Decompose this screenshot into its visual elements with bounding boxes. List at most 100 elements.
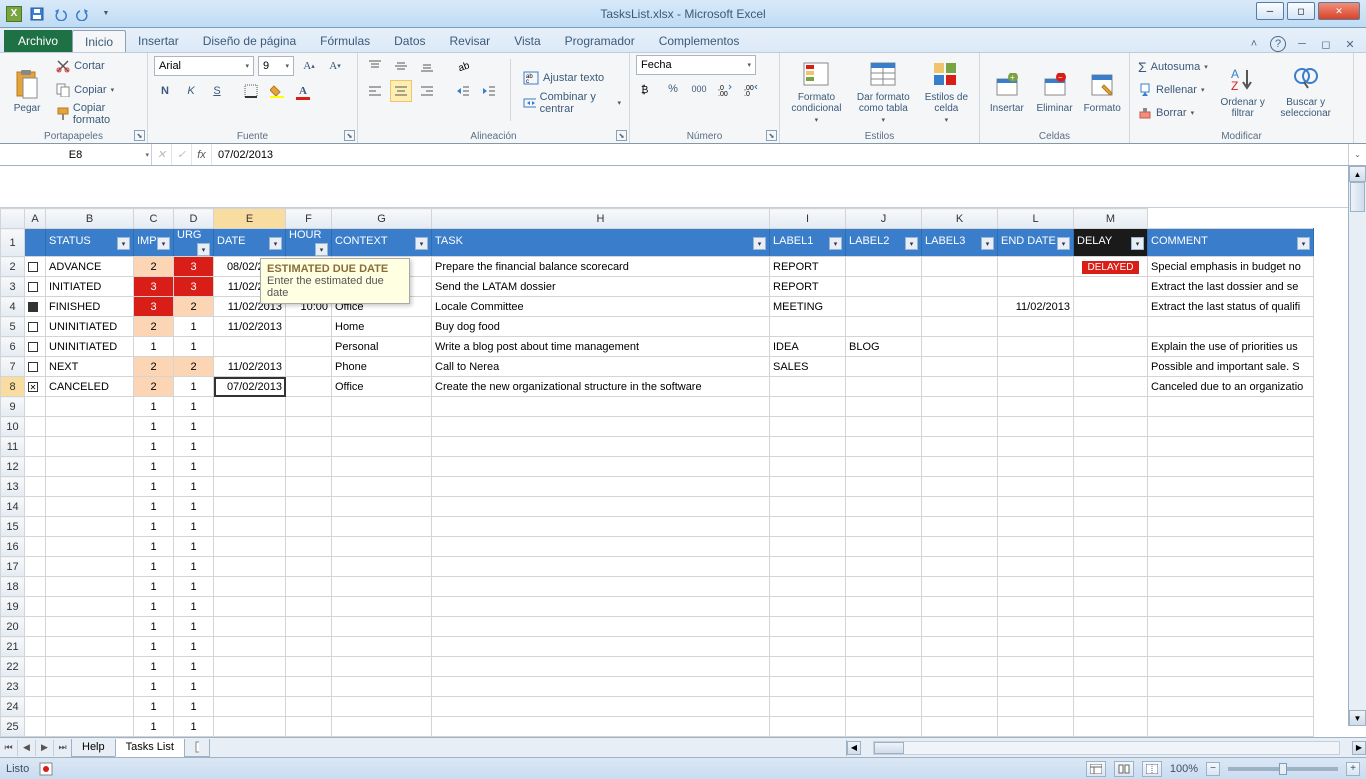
borders-button[interactable]: [240, 80, 262, 102]
sheet-tab-help[interactable]: Help: [71, 739, 116, 757]
increase-indent-icon[interactable]: [478, 80, 500, 102]
font-name-select[interactable]: Arial▾: [154, 56, 254, 76]
tab-insertar[interactable]: Insertar: [126, 30, 191, 52]
col-header-F[interactable]: F: [286, 209, 332, 229]
zoom-out-icon[interactable]: −: [1206, 762, 1220, 776]
decrease-indent-icon[interactable]: [452, 80, 474, 102]
cell-date[interactable]: [214, 337, 286, 357]
col-header-I[interactable]: I: [770, 209, 846, 229]
filter-icon[interactable]: ▾: [1057, 237, 1070, 250]
paste-button[interactable]: Pegar: [6, 55, 48, 125]
cell-urg[interactable]: 1: [174, 517, 214, 537]
format-cells-button[interactable]: Formato: [1081, 55, 1123, 125]
cell-comment[interactable]: [1148, 317, 1314, 337]
format-as-table-button[interactable]: Dar formato como tabla▾: [853, 55, 914, 125]
row-header-3[interactable]: 3: [1, 277, 25, 297]
table-header-TASK[interactable]: TASK▾: [432, 229, 770, 257]
cell-task[interactable]: Create the new organizational structure …: [432, 377, 770, 397]
cell-imp[interactable]: 1: [134, 537, 174, 557]
cell-status[interactable]: ADVANCE: [46, 257, 134, 277]
row-header-7[interactable]: 7: [1, 357, 25, 377]
row-header-16[interactable]: 16: [1, 537, 25, 557]
cell-enddate[interactable]: [998, 337, 1074, 357]
cell-label2[interactable]: [846, 277, 922, 297]
col-header-C[interactable]: C: [134, 209, 174, 229]
cell-urg[interactable]: 1: [174, 617, 214, 637]
page-break-view-icon[interactable]: [1142, 761, 1162, 777]
redo-icon[interactable]: [73, 4, 93, 24]
cell-imp[interactable]: 3: [134, 297, 174, 317]
cell-urg[interactable]: 2: [174, 357, 214, 377]
autosum-button[interactable]: ΣAutosuma▾: [1136, 56, 1210, 78]
grow-font-icon[interactable]: A▴: [298, 55, 320, 77]
cell-date[interactable]: 07/02/2013: [214, 377, 286, 397]
cell-label1[interactable]: IDEA: [770, 337, 846, 357]
cell-urg[interactable]: 1: [174, 697, 214, 717]
cell-delay[interactable]: [1074, 357, 1148, 377]
cell-imp[interactable]: 1: [134, 577, 174, 597]
cut-button[interactable]: Cortar: [54, 55, 141, 77]
cell-label1[interactable]: REPORT: [770, 257, 846, 277]
cell-imp[interactable]: 1: [134, 497, 174, 517]
sheet-nav-last-icon[interactable]: ⏭: [54, 740, 72, 756]
filter-icon[interactable]: ▾: [197, 243, 210, 256]
cell-status[interactable]: INITIATED: [46, 277, 134, 297]
delete-cells-button[interactable]: −Eliminar: [1034, 55, 1076, 125]
shrink-font-icon[interactable]: A▾: [324, 55, 346, 77]
zoom-in-icon[interactable]: +: [1346, 762, 1360, 776]
filter-icon[interactable]: ▾: [157, 237, 170, 250]
filter-icon[interactable]: ▾: [117, 237, 130, 250]
row-header-23[interactable]: 23: [1, 677, 25, 697]
tab-vista[interactable]: Vista: [502, 30, 552, 52]
cell-urg[interactable]: 1: [174, 317, 214, 337]
cell-comment[interactable]: Special emphasis in budget no: [1148, 257, 1314, 277]
row-header-19[interactable]: 19: [1, 597, 25, 617]
filter-icon[interactable]: ▾: [415, 237, 428, 250]
window-restore-icon[interactable]: ◻: [1318, 36, 1334, 52]
cell-hour[interactable]: [286, 377, 332, 397]
cell-hour[interactable]: [286, 317, 332, 337]
table-header-LABEL3[interactable]: LABEL3▾: [922, 229, 998, 257]
cell-enddate[interactable]: [998, 377, 1074, 397]
cell-icon[interactable]: [25, 277, 46, 297]
cell-urg[interactable]: 2: [174, 297, 214, 317]
align-bottom-icon[interactable]: [416, 55, 438, 77]
close-button[interactable]: ✕: [1318, 2, 1360, 20]
vertical-scrollbar[interactable]: ▲ ▼: [1348, 166, 1366, 726]
bold-button[interactable]: N: [154, 80, 176, 102]
filter-icon[interactable]: ▾: [981, 237, 994, 250]
cell-urg[interactable]: 1: [174, 597, 214, 617]
comma-format-icon[interactable]: 000: [688, 78, 710, 100]
minimize-button[interactable]: ─: [1256, 2, 1284, 20]
excel-icon[interactable]: X: [4, 4, 24, 24]
cell-urg[interactable]: 1: [174, 497, 214, 517]
cell-icon[interactable]: [25, 257, 46, 277]
cell-status[interactable]: UNINITIATED: [46, 317, 134, 337]
cell-imp[interactable]: 1: [134, 697, 174, 717]
col-header-J[interactable]: J: [846, 209, 922, 229]
cell-delay[interactable]: [1074, 337, 1148, 357]
page-layout-view-icon[interactable]: [1114, 761, 1134, 777]
cell-context[interactable]: Phone: [332, 357, 432, 377]
cell-context[interactable]: Home: [332, 317, 432, 337]
alignment-dialog-launcher[interactable]: ⬊: [616, 130, 627, 141]
cell-delay[interactable]: [1074, 297, 1148, 317]
row-header-6[interactable]: 6: [1, 337, 25, 357]
table-header-END DATE[interactable]: END DATE▾: [998, 229, 1074, 257]
cell-task[interactable]: Locale Committee: [432, 297, 770, 317]
cell-label3[interactable]: [922, 297, 998, 317]
name-box[interactable]: E8▾: [0, 144, 152, 165]
wrap-text-button[interactable]: abcAjustar texto: [521, 67, 623, 89]
cell-icon[interactable]: [25, 297, 46, 317]
underline-button[interactable]: S: [206, 80, 228, 102]
row-header-20[interactable]: 20: [1, 617, 25, 637]
fill-button[interactable]: Rellenar▾: [1136, 79, 1210, 101]
row-header-5[interactable]: 5: [1, 317, 25, 337]
cell-enddate[interactable]: [998, 317, 1074, 337]
row-header-8[interactable]: 8: [1, 377, 25, 397]
cell-hour[interactable]: [286, 337, 332, 357]
filter-icon[interactable]: ▾: [269, 237, 282, 250]
filter-icon[interactable]: ▾: [1297, 237, 1310, 250]
cell-urg[interactable]: 1: [174, 717, 214, 737]
cell-label2[interactable]: BLOG: [846, 337, 922, 357]
